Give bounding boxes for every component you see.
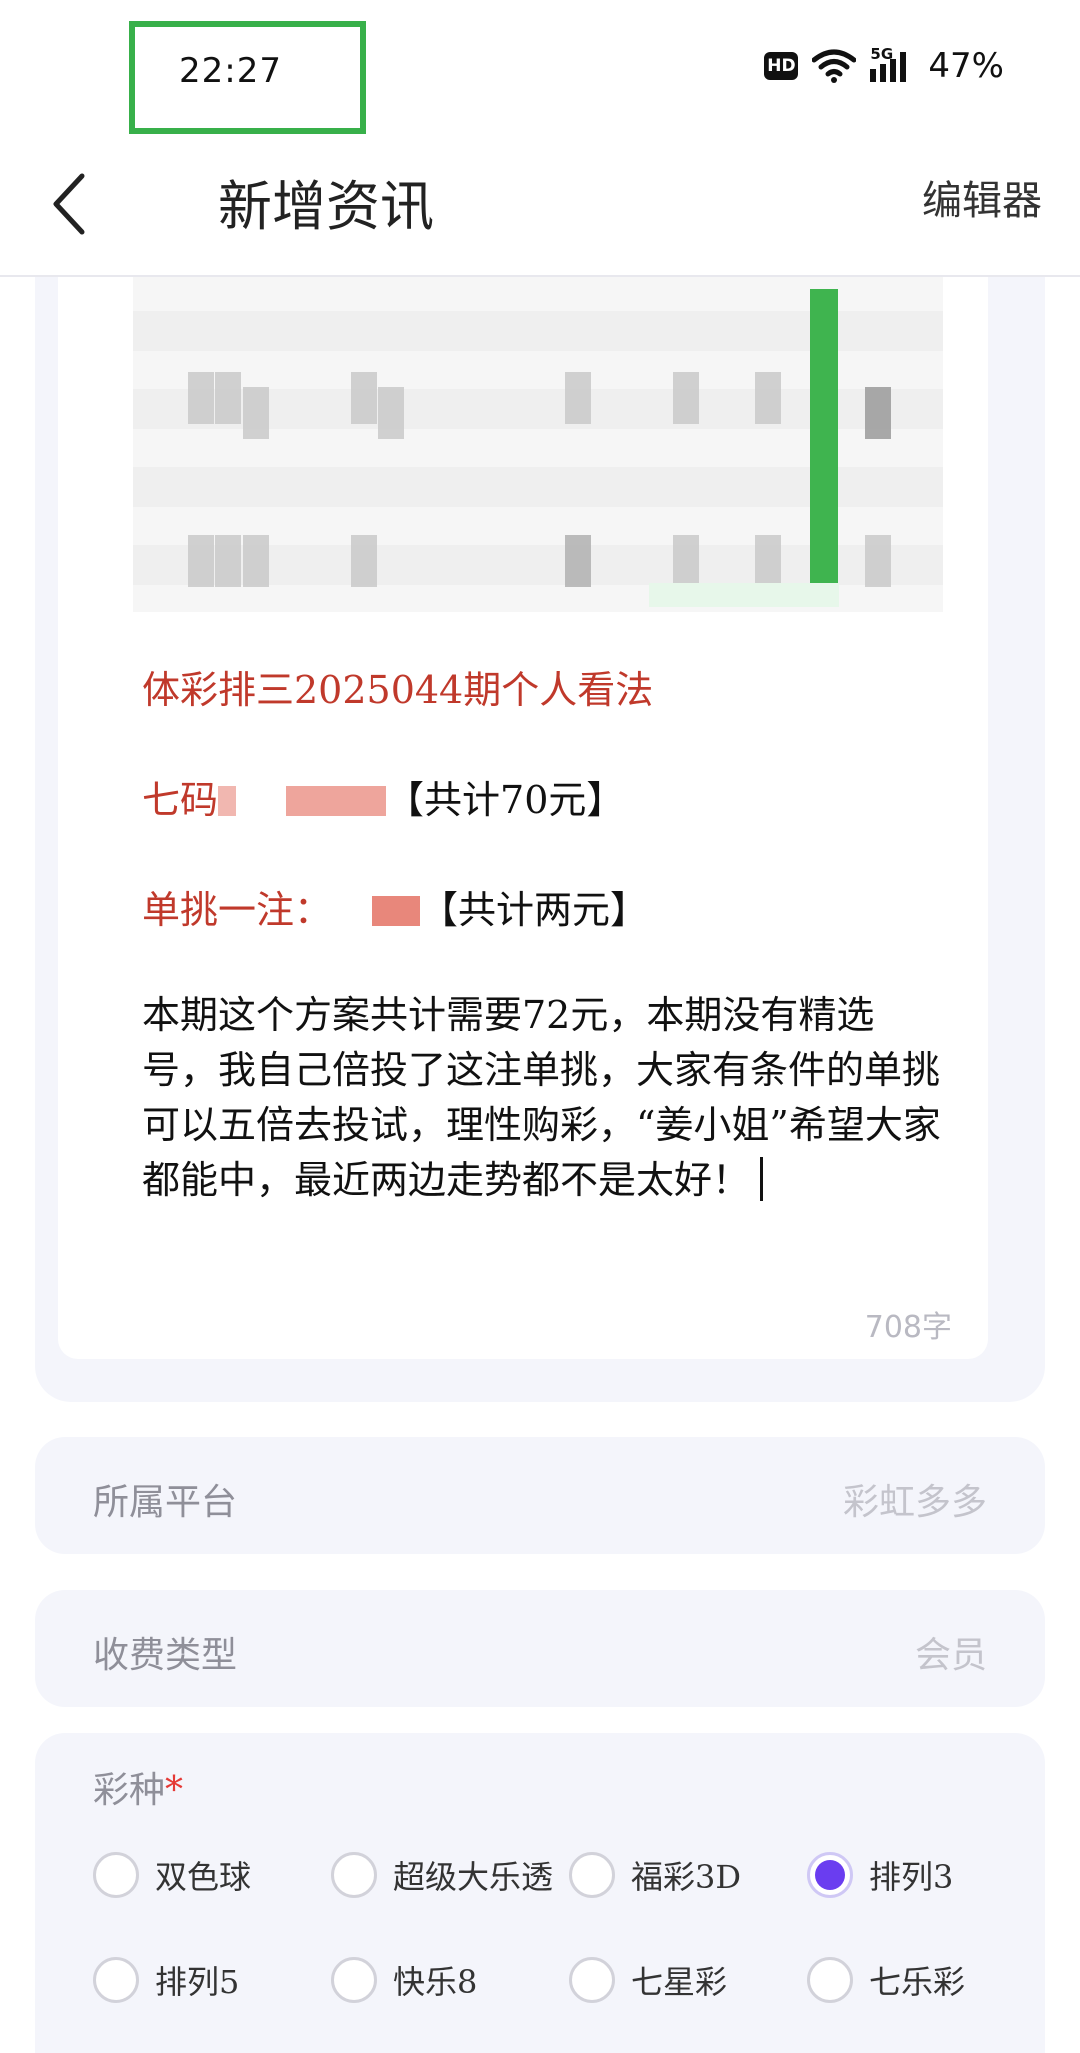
lottery-type-label: 彩种* <box>93 1761 183 1813</box>
platform-label: 所属平台 <box>93 1482 238 1523</box>
article-content: 体彩排三2025044期个人看法 七码 【共计70元】 单挑一注： 【共计两元】 本… <box>142 660 942 1208</box>
radio-label: 排列3 <box>869 1858 954 1896</box>
image-cell <box>215 372 241 424</box>
article-line-qima: 七码 【共计70元】 <box>142 770 942 830</box>
radio-option-pailie3[interactable]: 排列3 <box>807 1850 953 1900</box>
radio-option-qilecai[interactable]: 七乐彩 <box>807 1955 965 2005</box>
image-cell <box>673 535 699 587</box>
signal-icon: 5G <box>870 45 914 83</box>
green-highlight-bar <box>810 289 838 589</box>
radio-option-daletou[interactable]: 超级大乐透 <box>331 1850 553 1900</box>
image-cell <box>243 535 269 587</box>
article-body-text: 本期这个方案共计需要72元，本期没有精选号，我自己倍投了这注单挑，大家有条件的单… <box>142 993 941 1202</box>
radio-circle[interactable] <box>569 1957 615 2003</box>
status-time: 22:27 <box>179 51 282 91</box>
text-cursor <box>760 1157 764 1201</box>
lottery-type-section: 彩种* 双色球 超级大乐透 福彩3D 排列3 排列5 快乐8 七星彩 七乐彩 <box>35 1733 1045 2053</box>
platform-row[interactable]: 所属平台 彩虹多多 <box>35 1437 1045 1554</box>
fee-type-label: 收费类型 <box>93 1635 238 1676</box>
radio-circle[interactable] <box>807 1957 853 2003</box>
radio-circle[interactable] <box>569 1852 615 1898</box>
image-cell <box>188 535 214 587</box>
radio-label: 七星彩 <box>631 1963 728 2001</box>
article-body: 本期这个方案共计需要72元，本期没有精选号，我自己倍投了这注单挑，大家有条件的单… <box>142 988 942 1208</box>
radio-circle[interactable] <box>331 1957 377 2003</box>
image-cell <box>351 535 377 587</box>
back-arrow-icon[interactable] <box>44 166 104 242</box>
redacted-mark <box>372 896 421 926</box>
image-cell <box>755 535 781 587</box>
app-header: 新增资讯 编辑器 <box>0 140 1080 277</box>
wifi-icon <box>812 49 857 83</box>
hd-icon: HD <box>764 52 799 80</box>
radio-option-fucai3d[interactable]: 福彩3D <box>569 1850 741 1900</box>
time-highlight-box: 22:27 <box>129 21 366 134</box>
image-cell <box>755 372 781 424</box>
radio-label: 超级大乐透 <box>393 1858 554 1896</box>
radio-option-pailie5[interactable]: 排列5 <box>93 1955 239 2005</box>
fee-type-row[interactable]: 收费类型 会员 <box>35 1590 1045 1707</box>
status-icons: HD 5G 47% <box>764 45 1004 86</box>
radio-circle[interactable] <box>93 1957 139 2003</box>
image-cell <box>243 387 269 439</box>
radio-label: 七乐彩 <box>869 1963 966 2001</box>
qima-total: 【共计70元】 <box>386 778 625 822</box>
radio-label: 快乐8 <box>393 1963 478 2001</box>
dantiao-prefix: 单挑一注： <box>142 888 333 932</box>
image-cell <box>565 535 591 587</box>
redacted-mark <box>218 786 237 816</box>
redacted-mark <box>286 786 387 816</box>
image-cell <box>865 535 891 587</box>
lottery-type-label-text: 彩种 <box>93 1770 166 1811</box>
image-cell <box>565 372 591 424</box>
green-highlight-strip <box>649 583 839 607</box>
required-mark: * <box>165 1770 184 1811</box>
image-cell <box>351 372 377 424</box>
status-bar: 22:27 HD 5G 47% <box>0 0 1080 140</box>
image-cell <box>215 535 241 587</box>
radio-label: 排列5 <box>155 1963 240 2001</box>
radio-option-qixingcai[interactable]: 七星彩 <box>569 1955 727 2005</box>
radio-circle-selected[interactable] <box>807 1852 853 1898</box>
image-cell <box>865 387 891 439</box>
fee-type-value: 会员 <box>914 1635 987 1676</box>
editor-button[interactable]: 编辑器 <box>922 168 1042 226</box>
platform-value: 彩虹多多 <box>842 1482 987 1523</box>
battery-level: 47% <box>928 46 1004 86</box>
radio-circle[interactable] <box>93 1852 139 1898</box>
image-cell <box>673 372 699 424</box>
image-cell <box>378 387 404 439</box>
qima-prefix: 七码 <box>142 778 219 822</box>
radio-option-kuaile8[interactable]: 快乐8 <box>331 1955 477 2005</box>
radio-selected-dot <box>815 1860 845 1890</box>
article-line-dantiao: 单挑一注： 【共计两元】 <box>142 880 942 940</box>
char-count: 708字 <box>864 1310 952 1345</box>
radio-label: 福彩3D <box>631 1858 742 1896</box>
pixelated-image <box>133 277 943 612</box>
radio-label: 双色球 <box>155 1858 252 1896</box>
image-cell <box>188 372 214 424</box>
radio-option-shuangseqiu[interactable]: 双色球 <box>93 1850 251 1900</box>
article-title: 体彩排三2025044期个人看法 <box>142 668 654 712</box>
page-title: 新增资讯 <box>218 175 434 238</box>
radio-circle[interactable] <box>331 1852 377 1898</box>
dantiao-total: 【共计两元】 <box>420 888 649 932</box>
